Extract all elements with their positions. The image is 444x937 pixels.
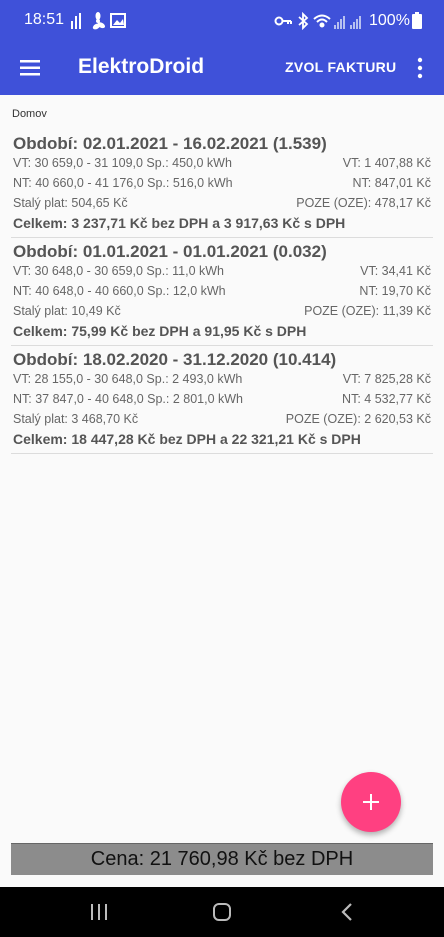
fixed-fee: Stalý plat: 3 468,70 Kč <box>13 412 139 426</box>
app-title: ElektroDroid <box>78 55 205 78</box>
signal-bars-icon <box>71 13 81 29</box>
home-icon[interactable] <box>212 902 232 922</box>
vt-price: VT: 34,41 Kč <box>360 264 431 278</box>
invoice-period: Období: 02.01.2021 - 16.02.2021 (1.539) <box>13 134 327 153</box>
invoice-list: Období: 02.01.2021 - 16.02.2021 (1.539) … <box>11 130 433 454</box>
app-bar: ElektroDroid ZVOL FAKTURU <box>0 40 444 95</box>
menu-icon[interactable] <box>16 54 44 82</box>
invoice-period: Období: 18.02.2020 - 31.12.2020 (10.414) <box>13 350 337 369</box>
navigation-bar <box>0 887 444 937</box>
poze-fee: POZE (OZE): 478,17 Kč <box>296 196 431 210</box>
image-icon <box>110 13 126 28</box>
back-icon[interactable] <box>340 902 354 922</box>
bluetooth-icon <box>298 12 309 30</box>
invoice-item[interactable]: Období: 01.01.2021 - 01.01.2021 (0.032) … <box>11 238 433 346</box>
total-price: Cena: 21 760,98 Kč bez DPH <box>90 848 354 870</box>
invoice-total: Celkem: 3 237,71 Kč bez DPH a 3 917,63 K… <box>13 215 346 231</box>
plus-icon <box>363 794 379 810</box>
vt-price: VT: 7 825,28 Kč <box>342 372 431 386</box>
nt-meter: NT: 40 648,0 - 40 660,0 Sp.: 12,0 kWh <box>13 284 226 298</box>
wifi-icon <box>313 14 331 28</box>
recent-apps-icon[interactable] <box>89 903 109 921</box>
nt-price: NT: 4 532,77 Kč <box>342 392 431 406</box>
status-time: 18:51 <box>24 11 65 28</box>
vpn-key-icon <box>274 16 292 26</box>
status-right-icons <box>274 12 361 30</box>
vt-meter: VT: 30 648,0 - 30 659,0 Sp.: 11,0 kWh <box>13 264 225 278</box>
poze-fee: POZE (OZE): 11,39 Kč <box>304 304 431 318</box>
battery-percentage: 100% <box>369 12 410 29</box>
status-bar: 18:51 100% <box>0 0 444 40</box>
fixed-fee: Stalý plat: 504,65 Kč <box>13 196 128 210</box>
invoice-total: Celkem: 75,99 Kč bez DPH a 91,95 Kč s DP… <box>13 323 307 339</box>
nt-meter: NT: 40 660,0 - 41 176,0 Sp.: 516,0 kWh <box>13 176 233 190</box>
vt-meter: VT: 30 659,0 - 31 109,0 Sp.: 450,0 kWh <box>13 156 232 170</box>
breadcrumb: Domov <box>12 108 47 120</box>
invoice-period: Období: 01.01.2021 - 01.01.2021 (0.032) <box>13 242 327 261</box>
invoice-total: Celkem: 18 447,28 Kč bez DPH a 22 321,21… <box>13 431 361 447</box>
poze-fee: POZE (OZE): 2 620,53 Kč <box>285 412 431 426</box>
vt-price: VT: 1 407,88 Kč <box>342 156 431 170</box>
signal-icon-2 <box>350 16 361 29</box>
battery-icon <box>412 12 422 29</box>
nt-price: NT: 19,70 Kč <box>359 284 431 298</box>
fan-icon <box>92 12 106 30</box>
add-invoice-button[interactable] <box>341 772 401 832</box>
vt-meter: VT: 28 155,0 - 30 648,0 Sp.: 2 493,0 kWh <box>13 372 243 386</box>
nt-meter: NT: 37 847,0 - 40 648,0 Sp.: 2 801,0 kWh <box>13 392 244 406</box>
invoice-item[interactable]: Období: 02.01.2021 - 16.02.2021 (1.539) … <box>11 130 433 238</box>
invoice-item[interactable]: Období: 18.02.2020 - 31.12.2020 (10.414)… <box>11 346 433 454</box>
signal-icon <box>334 16 345 29</box>
status-left-icons <box>71 12 126 30</box>
nt-price: NT: 847,01 Kč <box>352 176 431 190</box>
choose-invoice-button[interactable]: ZVOL FAKTURU <box>285 59 396 75</box>
total-price-bar: Cena: 21 760,98 Kč bez DPH <box>11 843 433 875</box>
more-options-icon[interactable] <box>410 54 430 82</box>
fixed-fee: Stalý plat: 10,49 Kč <box>13 304 121 318</box>
